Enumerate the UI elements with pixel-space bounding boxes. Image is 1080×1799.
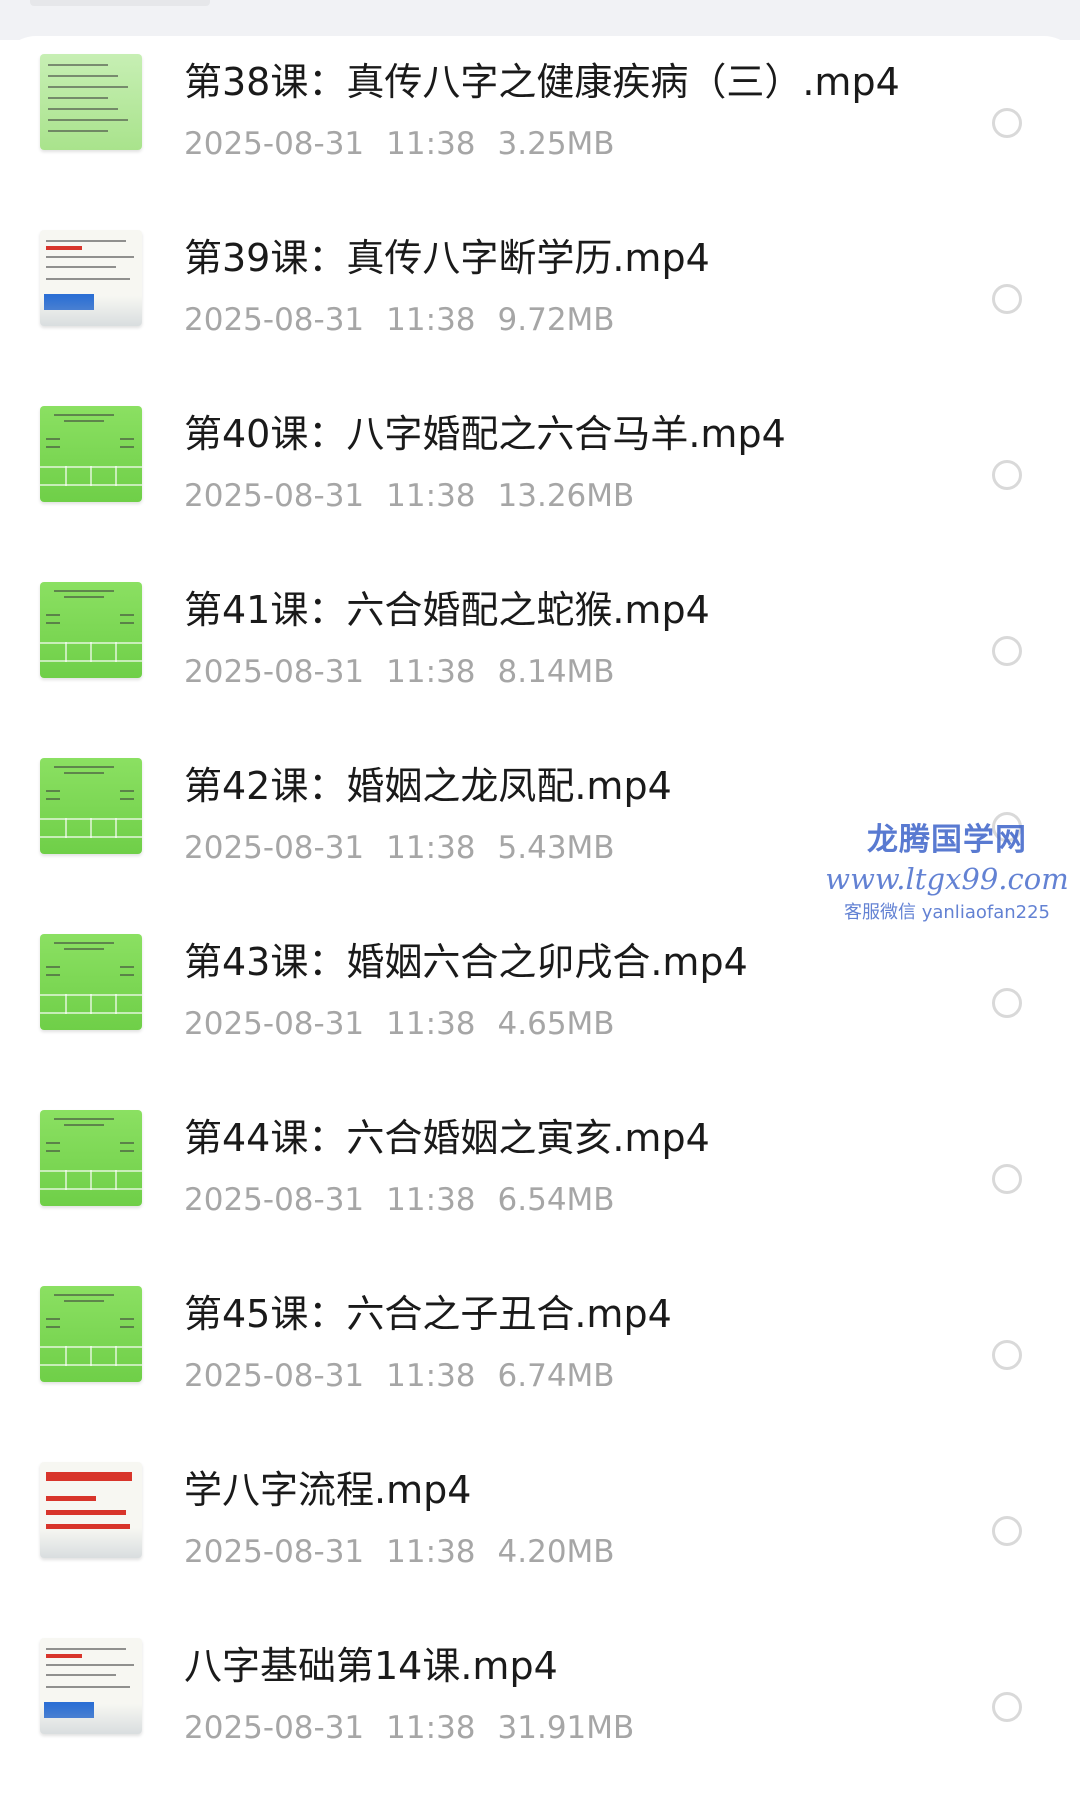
- file-time: 11:38: [386, 1358, 476, 1394]
- file-time: 11:38: [386, 478, 476, 514]
- watermark-title: 龙腾国学网: [867, 822, 1027, 858]
- file-time: 11:38: [386, 126, 476, 162]
- file-meta: 2025-08-31 11:38 6.54MB: [184, 1180, 615, 1220]
- file-size: 31.91MB: [497, 1710, 635, 1746]
- file-date: 2025-08-31: [184, 830, 365, 866]
- file-size: 4.65MB: [497, 1006, 615, 1042]
- radio-circle-icon[interactable]: [992, 460, 1022, 490]
- video-thumbnail-icon: [40, 934, 142, 1030]
- watermark: 龙腾国学网 www.ltgx99.com 客服微信 yanliaofan225: [822, 820, 1072, 928]
- watermark-contact: 客服微信 yanliaofan225: [844, 902, 1050, 923]
- file-size: 13.26MB: [497, 478, 635, 514]
- radio-circle-icon[interactable]: [992, 1516, 1022, 1546]
- file-date: 2025-08-31: [184, 654, 365, 690]
- radio-circle-icon[interactable]: [992, 284, 1022, 314]
- status-area: [0, 0, 1080, 40]
- file-meta: 2025-08-31 11:38 31.91MB: [184, 1708, 634, 1748]
- file-meta: 2025-08-31 11:38 4.20MB: [184, 1532, 615, 1572]
- file-time: 11:38: [386, 1006, 476, 1042]
- video-thumbnail-icon: [40, 758, 142, 854]
- file-meta: 2025-08-31 11:38 8.14MB: [184, 652, 615, 692]
- file-date: 2025-08-31: [184, 302, 365, 338]
- file-date: 2025-08-31: [184, 126, 365, 162]
- radio-circle-icon[interactable]: [992, 1692, 1022, 1722]
- file-name: 学八字流程.mp4: [184, 1468, 472, 1512]
- video-thumbnail-icon: [40, 406, 142, 502]
- file-meta: 2025-08-31 11:38 5.43MB: [184, 828, 615, 868]
- file-row-4[interactable]: 第41课：六合婚配之蛇猴.mp4 2025-08-31 11:38 8.14MB: [0, 564, 1080, 743]
- watermark-url: www.ltgx99.com: [825, 862, 1069, 896]
- file-name: 第43课：婚姻六合之卯戌合.mp4: [184, 940, 748, 984]
- file-name: 第38课：真传八字之健康疾病（三）.mp4: [184, 60, 900, 104]
- file-row-1[interactable]: 第38课：真传八字之健康疾病（三）.mp4 2025-08-31 11:38 3.2…: [0, 36, 1080, 215]
- file-name: 第41课：六合婚配之蛇猴.mp4: [184, 588, 710, 632]
- file-size: 9.72MB: [497, 302, 615, 338]
- file-time: 11:38: [386, 1710, 476, 1746]
- file-time: 11:38: [386, 1182, 476, 1218]
- file-meta: 2025-08-31 11:38 6.74MB: [184, 1356, 615, 1396]
- video-thumbnail-icon: [40, 1286, 142, 1382]
- file-name: 第42课：婚姻之龙凤配.mp4: [184, 764, 672, 808]
- video-thumbnail-icon: [40, 54, 142, 150]
- radio-circle-icon[interactable]: [992, 1164, 1022, 1194]
- file-date: 2025-08-31: [184, 1182, 365, 1218]
- file-meta: 2025-08-31 11:38 4.65MB: [184, 1004, 615, 1044]
- file-size: 8.14MB: [497, 654, 615, 690]
- top-handle: [30, 0, 210, 6]
- radio-circle-icon[interactable]: [992, 1340, 1022, 1370]
- file-size: 6.74MB: [497, 1358, 615, 1394]
- file-meta: 2025-08-31 11:38 3.25MB: [184, 124, 615, 164]
- file-date: 2025-08-31: [184, 1534, 365, 1570]
- file-time: 11:38: [386, 830, 476, 866]
- video-thumbnail-icon: [40, 1110, 142, 1206]
- file-row-9[interactable]: 学八字流程.mp4 2025-08-31 11:38 4.20MB: [0, 1444, 1080, 1623]
- video-thumbnail-icon: [40, 230, 142, 326]
- file-row-3[interactable]: 第40课：八字婚配之六合马羊.mp4 2025-08-31 11:38 13.26M…: [0, 388, 1080, 567]
- file-row-6[interactable]: 第43课：婚姻六合之卯戌合.mp4 2025-08-31 11:38 4.65MB: [0, 916, 1080, 1095]
- file-time: 11:38: [386, 654, 476, 690]
- file-time: 11:38: [386, 302, 476, 338]
- file-meta: 2025-08-31 11:38 13.26MB: [184, 476, 634, 516]
- radio-circle-icon[interactable]: [992, 636, 1022, 666]
- video-thumbnail-icon: [40, 582, 142, 678]
- file-name: 八字基础第14课.mp4: [184, 1644, 558, 1688]
- file-name: 第45课：六合之子丑合.mp4: [184, 1292, 672, 1336]
- file-date: 2025-08-31: [184, 1358, 365, 1394]
- file-size: 4.20MB: [497, 1534, 615, 1570]
- video-thumbnail-icon: [40, 1638, 142, 1734]
- radio-circle-icon[interactable]: [992, 988, 1022, 1018]
- file-meta: 2025-08-31 11:38 9.72MB: [184, 300, 615, 340]
- file-row-10[interactable]: 八字基础第14课.mp4 2025-08-31 11:38 31.91MB: [0, 1620, 1080, 1799]
- file-name: 第39课：真传八字断学历.mp4: [184, 236, 710, 280]
- file-name: 第40课：八字婚配之六合马羊.mp4: [184, 412, 786, 456]
- file-date: 2025-08-31: [184, 1710, 365, 1746]
- radio-circle-icon[interactable]: [992, 108, 1022, 138]
- file-size: 6.54MB: [497, 1182, 615, 1218]
- file-row-7[interactable]: 第44课：六合婚姻之寅亥.mp4 2025-08-31 11:38 6.54MB: [0, 1092, 1080, 1271]
- file-time: 11:38: [386, 1534, 476, 1570]
- file-name: 第44课：六合婚姻之寅亥.mp4: [184, 1116, 710, 1160]
- file-date: 2025-08-31: [184, 478, 365, 514]
- file-date: 2025-08-31: [184, 1006, 365, 1042]
- file-size: 3.25MB: [497, 126, 615, 162]
- video-thumbnail-icon: [40, 1462, 142, 1558]
- file-row-2[interactable]: 第39课：真传八字断学历.mp4 2025-08-31 11:38 9.72MB: [0, 212, 1080, 391]
- file-row-8[interactable]: 第45课：六合之子丑合.mp4 2025-08-31 11:38 6.74MB: [0, 1268, 1080, 1447]
- file-size: 5.43MB: [497, 830, 615, 866]
